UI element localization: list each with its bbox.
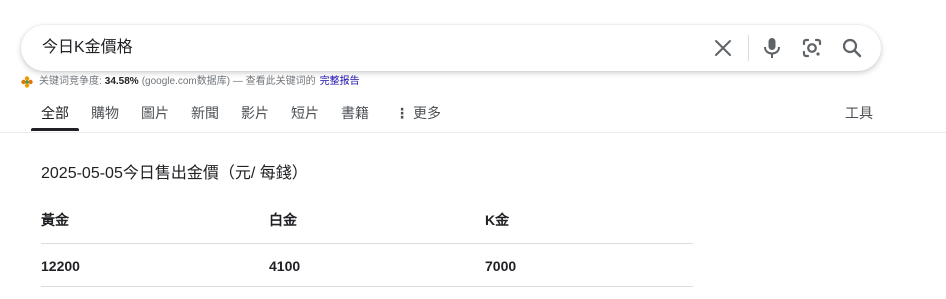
tab-more[interactable]: ⋮ 更多 <box>395 104 441 122</box>
result-title: 2025-05-05今日售出金價（元/ 每錢） <box>41 165 308 182</box>
table-cell-gold: 12200 <box>41 258 80 274</box>
search-box-divider <box>748 35 749 61</box>
search-button[interactable] <box>837 33 867 63</box>
close-icon <box>715 40 731 56</box>
table-row-divider <box>41 243 693 244</box>
table-header-k-gold: K金 <box>485 212 510 228</box>
tab-books[interactable]: 書籍 <box>341 104 369 122</box>
tab-shorts[interactable]: 短片 <box>291 104 319 122</box>
seo-flower-icon <box>21 76 33 88</box>
search-box[interactable]: 今日K金價格 <box>21 25 881 71</box>
microphone-icon <box>764 38 780 58</box>
table-header-gold: 黃金 <box>41 212 69 228</box>
table-header-platinum: 白金 <box>269 212 297 228</box>
tab-videos[interactable]: 影片 <box>241 104 269 122</box>
tab-shopping[interactable]: 購物 <box>91 104 119 122</box>
search-icon <box>842 38 862 58</box>
clear-button[interactable] <box>708 33 738 63</box>
keyword-difficulty-value: 34.58% <box>104 76 139 87</box>
table-cell-platinum: 4100 <box>269 258 301 274</box>
keyword-difficulty-source: (google.com数据库) — 查看此关键词的 <box>141 76 316 87</box>
image-search-button[interactable] <box>797 33 827 63</box>
full-report-link[interactable]: 完整报告 <box>320 75 360 89</box>
active-tab-indicator <box>31 128 79 131</box>
lens-icon <box>802 38 822 58</box>
tab-all[interactable]: 全部 <box>41 104 69 122</box>
tab-news[interactable]: 新聞 <box>191 104 219 122</box>
keyword-difficulty-bar: 关键词竞争度: 34.58% (google.com数据库) — 查看此关键词的… <box>21 75 360 89</box>
tab-images[interactable]: 圖片 <box>141 104 169 122</box>
search-input[interactable]: 今日K金價格 <box>42 38 133 58</box>
table-cell-k-gold: 7000 <box>485 258 517 274</box>
more-vert-icon: ⋮ <box>395 105 409 121</box>
table-bottom-divider <box>41 286 693 287</box>
voice-search-button[interactable] <box>757 33 787 63</box>
search-tabs: 全部 購物 圖片 新聞 影片 短片 書籍 ⋮ 更多 工具 <box>0 96 946 132</box>
tabs-divider <box>0 132 946 133</box>
tools-button[interactable]: 工具 <box>845 104 873 122</box>
tab-more-label: 更多 <box>413 105 441 121</box>
keyword-difficulty-label: 关键词竞争度: <box>39 76 102 87</box>
